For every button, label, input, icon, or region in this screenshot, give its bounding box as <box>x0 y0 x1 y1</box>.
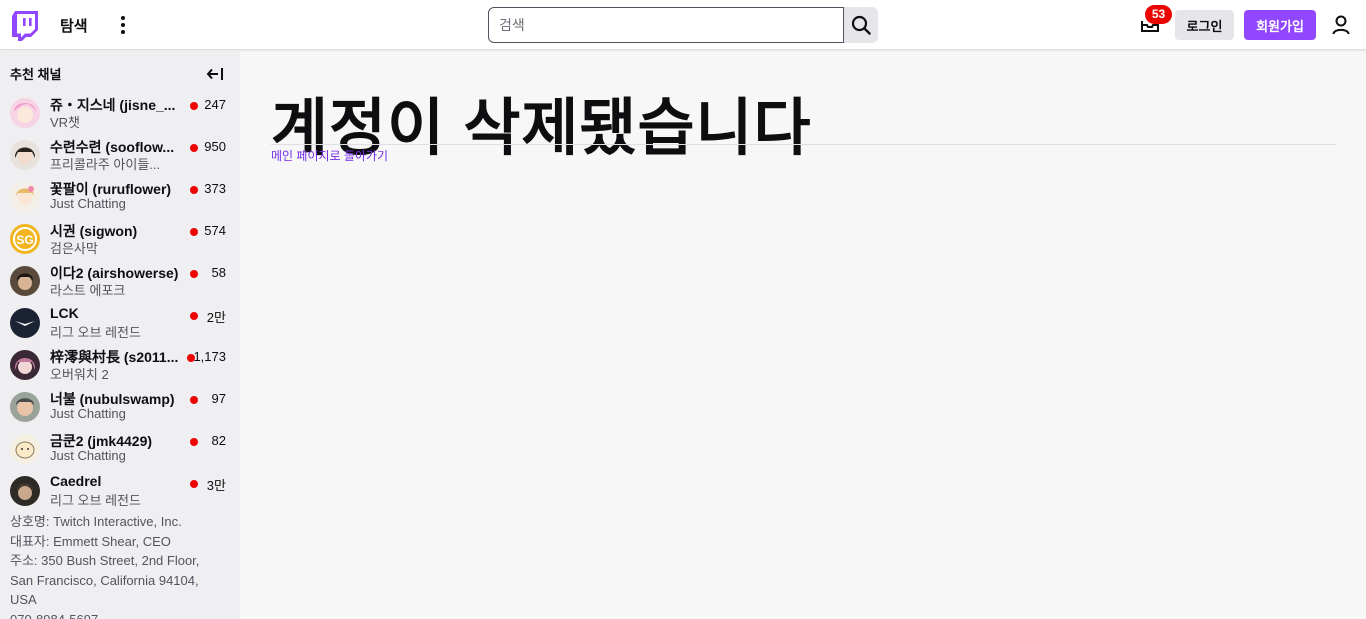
login-button[interactable]: 로그인 <box>1175 10 1234 40</box>
viewer-count: 82 <box>211 433 226 448</box>
live-indicator-icon <box>190 228 198 236</box>
sidebar-channel[interactable]: Caedrel 리그 오브 레전드 3만 <box>0 471 240 513</box>
live-indicator-icon <box>190 270 198 278</box>
sidebar-channel[interactable]: 이다2 (airshowerse) 라스트 에포크 58 <box>0 261 240 303</box>
channel-category: Just Chatting <box>50 406 126 421</box>
channel-category: Just Chatting <box>50 196 126 211</box>
channel-name: Caedrel <box>50 473 102 489</box>
avatar <box>10 392 40 422</box>
avatar <box>10 434 40 464</box>
viewer-count: 2만 <box>206 310 226 325</box>
company-phone: 070-8984-5697 <box>10 611 99 619</box>
top-nav-bar: 탐색 53 로그인 회원가입 <box>0 0 1366 50</box>
viewer-count: 574 <box>204 223 226 238</box>
title-divider <box>271 144 1336 145</box>
search-button[interactable] <box>844 7 878 43</box>
avatar <box>10 266 40 296</box>
sidebar-channel[interactable]: 너불 (nubulswamp) Just Chatting 97 <box>0 387 240 429</box>
sidebar-channel[interactable]: 쥬・지스네 (jisne_... VR챗 247 <box>0 93 240 135</box>
company-ceo: 대표자: Emmett Shear, CEO <box>10 533 171 549</box>
signup-button[interactable]: 회원가입 <box>1244 10 1316 40</box>
notification-badge: 53 <box>1145 5 1172 24</box>
svg-text:SG: SG <box>16 233 33 247</box>
search-icon <box>851 15 871 35</box>
live-indicator-icon <box>190 438 198 446</box>
live-indicator-icon <box>190 480 198 488</box>
channel-category: 오버워치 2 <box>50 367 109 382</box>
channel-name: LCK <box>50 305 79 321</box>
browse-link[interactable]: 탐색 <box>60 15 88 36</box>
sidebar-heading: 추천 채널 <box>10 67 62 82</box>
viewer-count: 950 <box>204 139 226 154</box>
channel-category: Just Chatting <box>50 448 126 463</box>
channel-category: 리그 오브 레전드 <box>50 493 141 508</box>
search-bar <box>488 7 878 43</box>
avatar: SG <box>10 224 40 254</box>
user-icon[interactable] <box>1331 14 1351 36</box>
sidebar-channel[interactable]: 수련수련 (sooflow... 프리콜라주 아이들... 950 <box>0 135 240 177</box>
viewer-count: 1,173 <box>193 349 226 364</box>
live-indicator-icon <box>190 186 198 194</box>
company-address-line-2: San Francisco, California 94104, <box>10 572 199 588</box>
company-address-line-1: 주소: 350 Bush Street, 2nd Floor, <box>10 553 200 568</box>
sidebar: 추천 채널 쥬・지스네 (jisne_... VR챗 247 수련수련 (soo… <box>0 51 240 619</box>
viewer-count: 373 <box>204 181 226 196</box>
viewer-count: 97 <box>211 391 226 406</box>
company-address-line-3: USA <box>10 592 37 607</box>
live-indicator-icon <box>190 312 198 320</box>
avatar <box>10 98 40 128</box>
sidebar-channel[interactable]: 梓澪與村長 (s2011... 오버워치 2 1,173 <box>0 345 240 387</box>
channel-category: 라스트 에포크 <box>50 283 126 298</box>
company-name: 상호명: Twitch Interactive, Inc. <box>10 514 182 529</box>
live-indicator-icon <box>190 396 198 404</box>
avatar <box>10 350 40 380</box>
sidebar-channel[interactable]: 꽃팔이 (ruruflower) Just Chatting 373 <box>0 177 240 219</box>
sidebar-channel[interactable]: SG 시권 (sigwon) 검은사막 574 <box>0 219 240 261</box>
live-indicator-icon <box>190 144 198 152</box>
avatar <box>10 476 40 506</box>
viewer-count: 58 <box>211 265 226 280</box>
back-to-home-link[interactable]: 메인 페이지로 돌아가기 <box>271 147 388 164</box>
collapse-sidebar-icon[interactable] <box>206 66 224 82</box>
avatar <box>10 140 40 170</box>
avatar <box>10 182 40 212</box>
channel-category: VR챗 <box>50 115 81 130</box>
channel-category: 프리콜라주 아이들... <box>50 157 161 172</box>
more-menu-icon[interactable] <box>113 13 133 37</box>
sidebar-channel[interactable]: LCK 리그 오브 레전드 2만 <box>0 303 240 345</box>
twitch-logo-icon[interactable] <box>12 11 38 41</box>
live-indicator-icon <box>190 102 198 110</box>
channel-category: 검은사막 <box>50 241 98 256</box>
channel-category: 리그 오브 레전드 <box>50 325 141 340</box>
viewer-count: 3만 <box>206 478 226 493</box>
main-content: 계정이 삭제됐습니다 메인 페이지로 돌아가기 <box>240 51 1366 619</box>
company-info: 상호명: Twitch Interactive, Inc. 대표자: Emmet… <box>10 512 230 619</box>
avatar <box>10 308 40 338</box>
sidebar-channel[interactable]: 금쿤2 (jmk4429) Just Chatting 82 <box>0 429 240 471</box>
search-input[interactable] <box>488 7 844 43</box>
viewer-count: 247 <box>204 97 226 112</box>
